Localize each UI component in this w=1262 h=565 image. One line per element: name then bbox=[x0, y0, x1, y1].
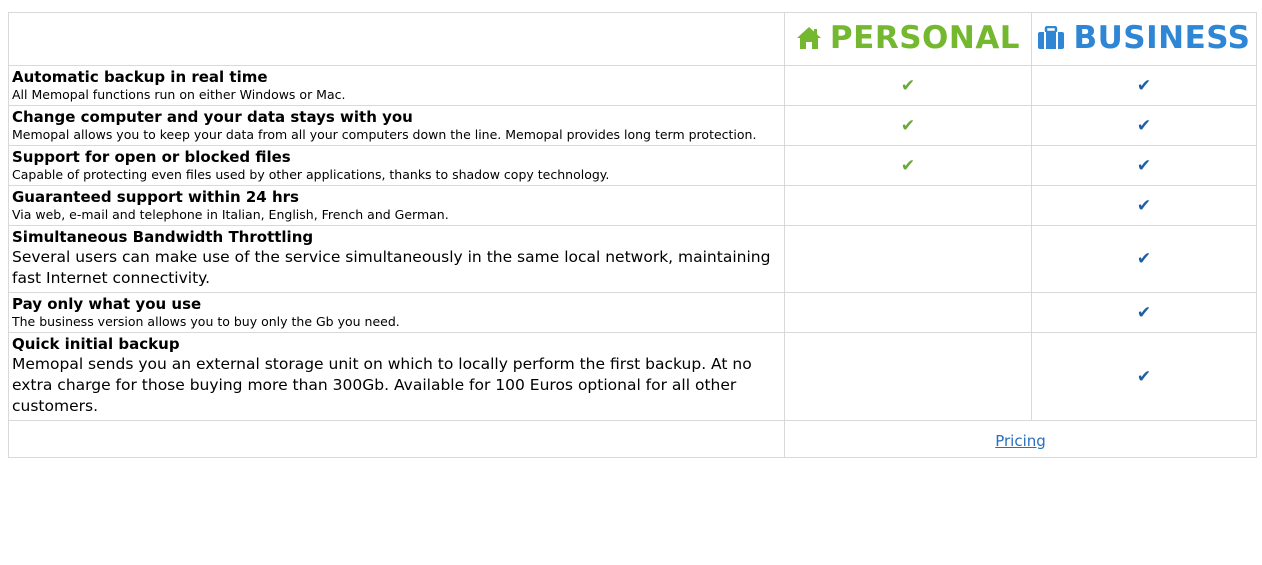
business-availability-cell: ✔ bbox=[1031, 185, 1257, 226]
feature-description: Capable of protecting even files used by… bbox=[12, 167, 610, 182]
feature-cell: Quick initial backup Memopal sends you an… bbox=[8, 332, 785, 421]
checkmark-icon: ✔ bbox=[1136, 249, 1152, 269]
feature-description: Memopal allows you to keep your data fro… bbox=[12, 127, 757, 142]
feature-title: Automatic backup in real time bbox=[12, 68, 268, 86]
personal-availability-cell bbox=[784, 332, 1032, 421]
footer-empty-cell bbox=[8, 420, 785, 458]
business-availability-cell: ✔ bbox=[1031, 292, 1257, 333]
business-plan-header: BUSINESS bbox=[1031, 12, 1257, 66]
checkmark-icon: ✔ bbox=[1136, 195, 1152, 216]
feature-title: Change computer and your data stays with… bbox=[12, 108, 413, 126]
checkmark-icon: ✔ bbox=[1136, 302, 1152, 323]
feature-row: Change computer and your data stays with… bbox=[8, 105, 1257, 146]
feature-title: Pay only what you use bbox=[12, 295, 202, 313]
checkmark-icon: ✔ bbox=[1136, 75, 1152, 96]
business-availability-cell: ✔ bbox=[1031, 145, 1257, 186]
feature-title: Guaranteed support within 24 hrs bbox=[12, 188, 299, 206]
checkmark-icon: ✔ bbox=[900, 155, 916, 176]
feature-cell: Pay only what you use The business versio… bbox=[8, 292, 785, 333]
business-availability-cell: ✔ bbox=[1031, 332, 1257, 421]
business-availability-cell: ✔ bbox=[1031, 65, 1257, 106]
plan-comparison-table: PERSONAL BUSINESS Automatic backup in re… bbox=[8, 12, 1257, 458]
feature-cell: Simultaneous Bandwidth Throttling Several… bbox=[8, 225, 785, 293]
checkmark-icon: ✔ bbox=[1136, 155, 1152, 176]
checkmark-icon: ✔ bbox=[1136, 115, 1152, 136]
feature-description: The business version allows you to buy o… bbox=[12, 314, 400, 329]
feature-title: Support for open or blocked files bbox=[12, 148, 291, 166]
feature-description: Via web, e-mail and telephone in Italian… bbox=[12, 207, 449, 222]
feature-row: Simultaneous Bandwidth Throttling Several… bbox=[8, 225, 1257, 293]
business-plan-label: BUSINESS bbox=[1073, 20, 1251, 56]
header-row: PERSONAL BUSINESS bbox=[8, 12, 1257, 66]
home-icon bbox=[796, 22, 822, 58]
feature-description: Several users can make use of the servic… bbox=[12, 248, 771, 287]
checkmark-icon: ✔ bbox=[900, 115, 916, 136]
feature-row: Quick initial backup Memopal sends you an… bbox=[8, 332, 1257, 421]
pricing-link[interactable]: Pricing bbox=[995, 432, 1046, 450]
feature-row: Support for open or blocked files Capable… bbox=[8, 145, 1257, 186]
feature-title: Quick initial backup bbox=[12, 335, 180, 353]
feature-row: Guaranteed support within 24 hrs Via web,… bbox=[8, 185, 1257, 226]
footer-row: Pricing bbox=[8, 420, 1257, 458]
personal-availability-cell: ✔ bbox=[784, 105, 1032, 146]
feature-cell: Guaranteed support within 24 hrs Via web,… bbox=[8, 185, 785, 226]
header-empty-cell bbox=[8, 12, 785, 66]
feature-cell: Change computer and your data stays with… bbox=[8, 105, 785, 146]
feature-description: All Memopal functions run on either Wind… bbox=[12, 87, 346, 102]
personal-availability-cell: ✔ bbox=[784, 65, 1032, 106]
briefcase-icon bbox=[1037, 22, 1065, 58]
personal-availability-cell bbox=[784, 185, 1032, 226]
pricing-cell: Pricing bbox=[784, 420, 1257, 458]
feature-title: Simultaneous Bandwidth Throttling bbox=[12, 228, 314, 246]
personal-plan-header: PERSONAL bbox=[784, 12, 1032, 66]
feature-description: Memopal sends you an external storage un… bbox=[12, 355, 752, 415]
personal-plan-label: PERSONAL bbox=[829, 20, 1021, 56]
feature-cell: Automatic backup in real time All Memopal… bbox=[8, 65, 785, 106]
checkmark-icon: ✔ bbox=[1136, 366, 1152, 387]
personal-availability-cell: ✔ bbox=[784, 145, 1032, 186]
feature-row: Automatic backup in real time All Memopal… bbox=[8, 65, 1257, 106]
business-availability-cell: ✔ bbox=[1031, 105, 1257, 146]
feature-cell: Support for open or blocked files Capable… bbox=[8, 145, 785, 186]
feature-row: Pay only what you use The business versio… bbox=[8, 292, 1257, 333]
personal-availability-cell bbox=[784, 225, 1032, 293]
business-availability-cell: ✔ bbox=[1031, 225, 1257, 293]
personal-availability-cell bbox=[784, 292, 1032, 333]
checkmark-icon: ✔ bbox=[900, 75, 916, 96]
